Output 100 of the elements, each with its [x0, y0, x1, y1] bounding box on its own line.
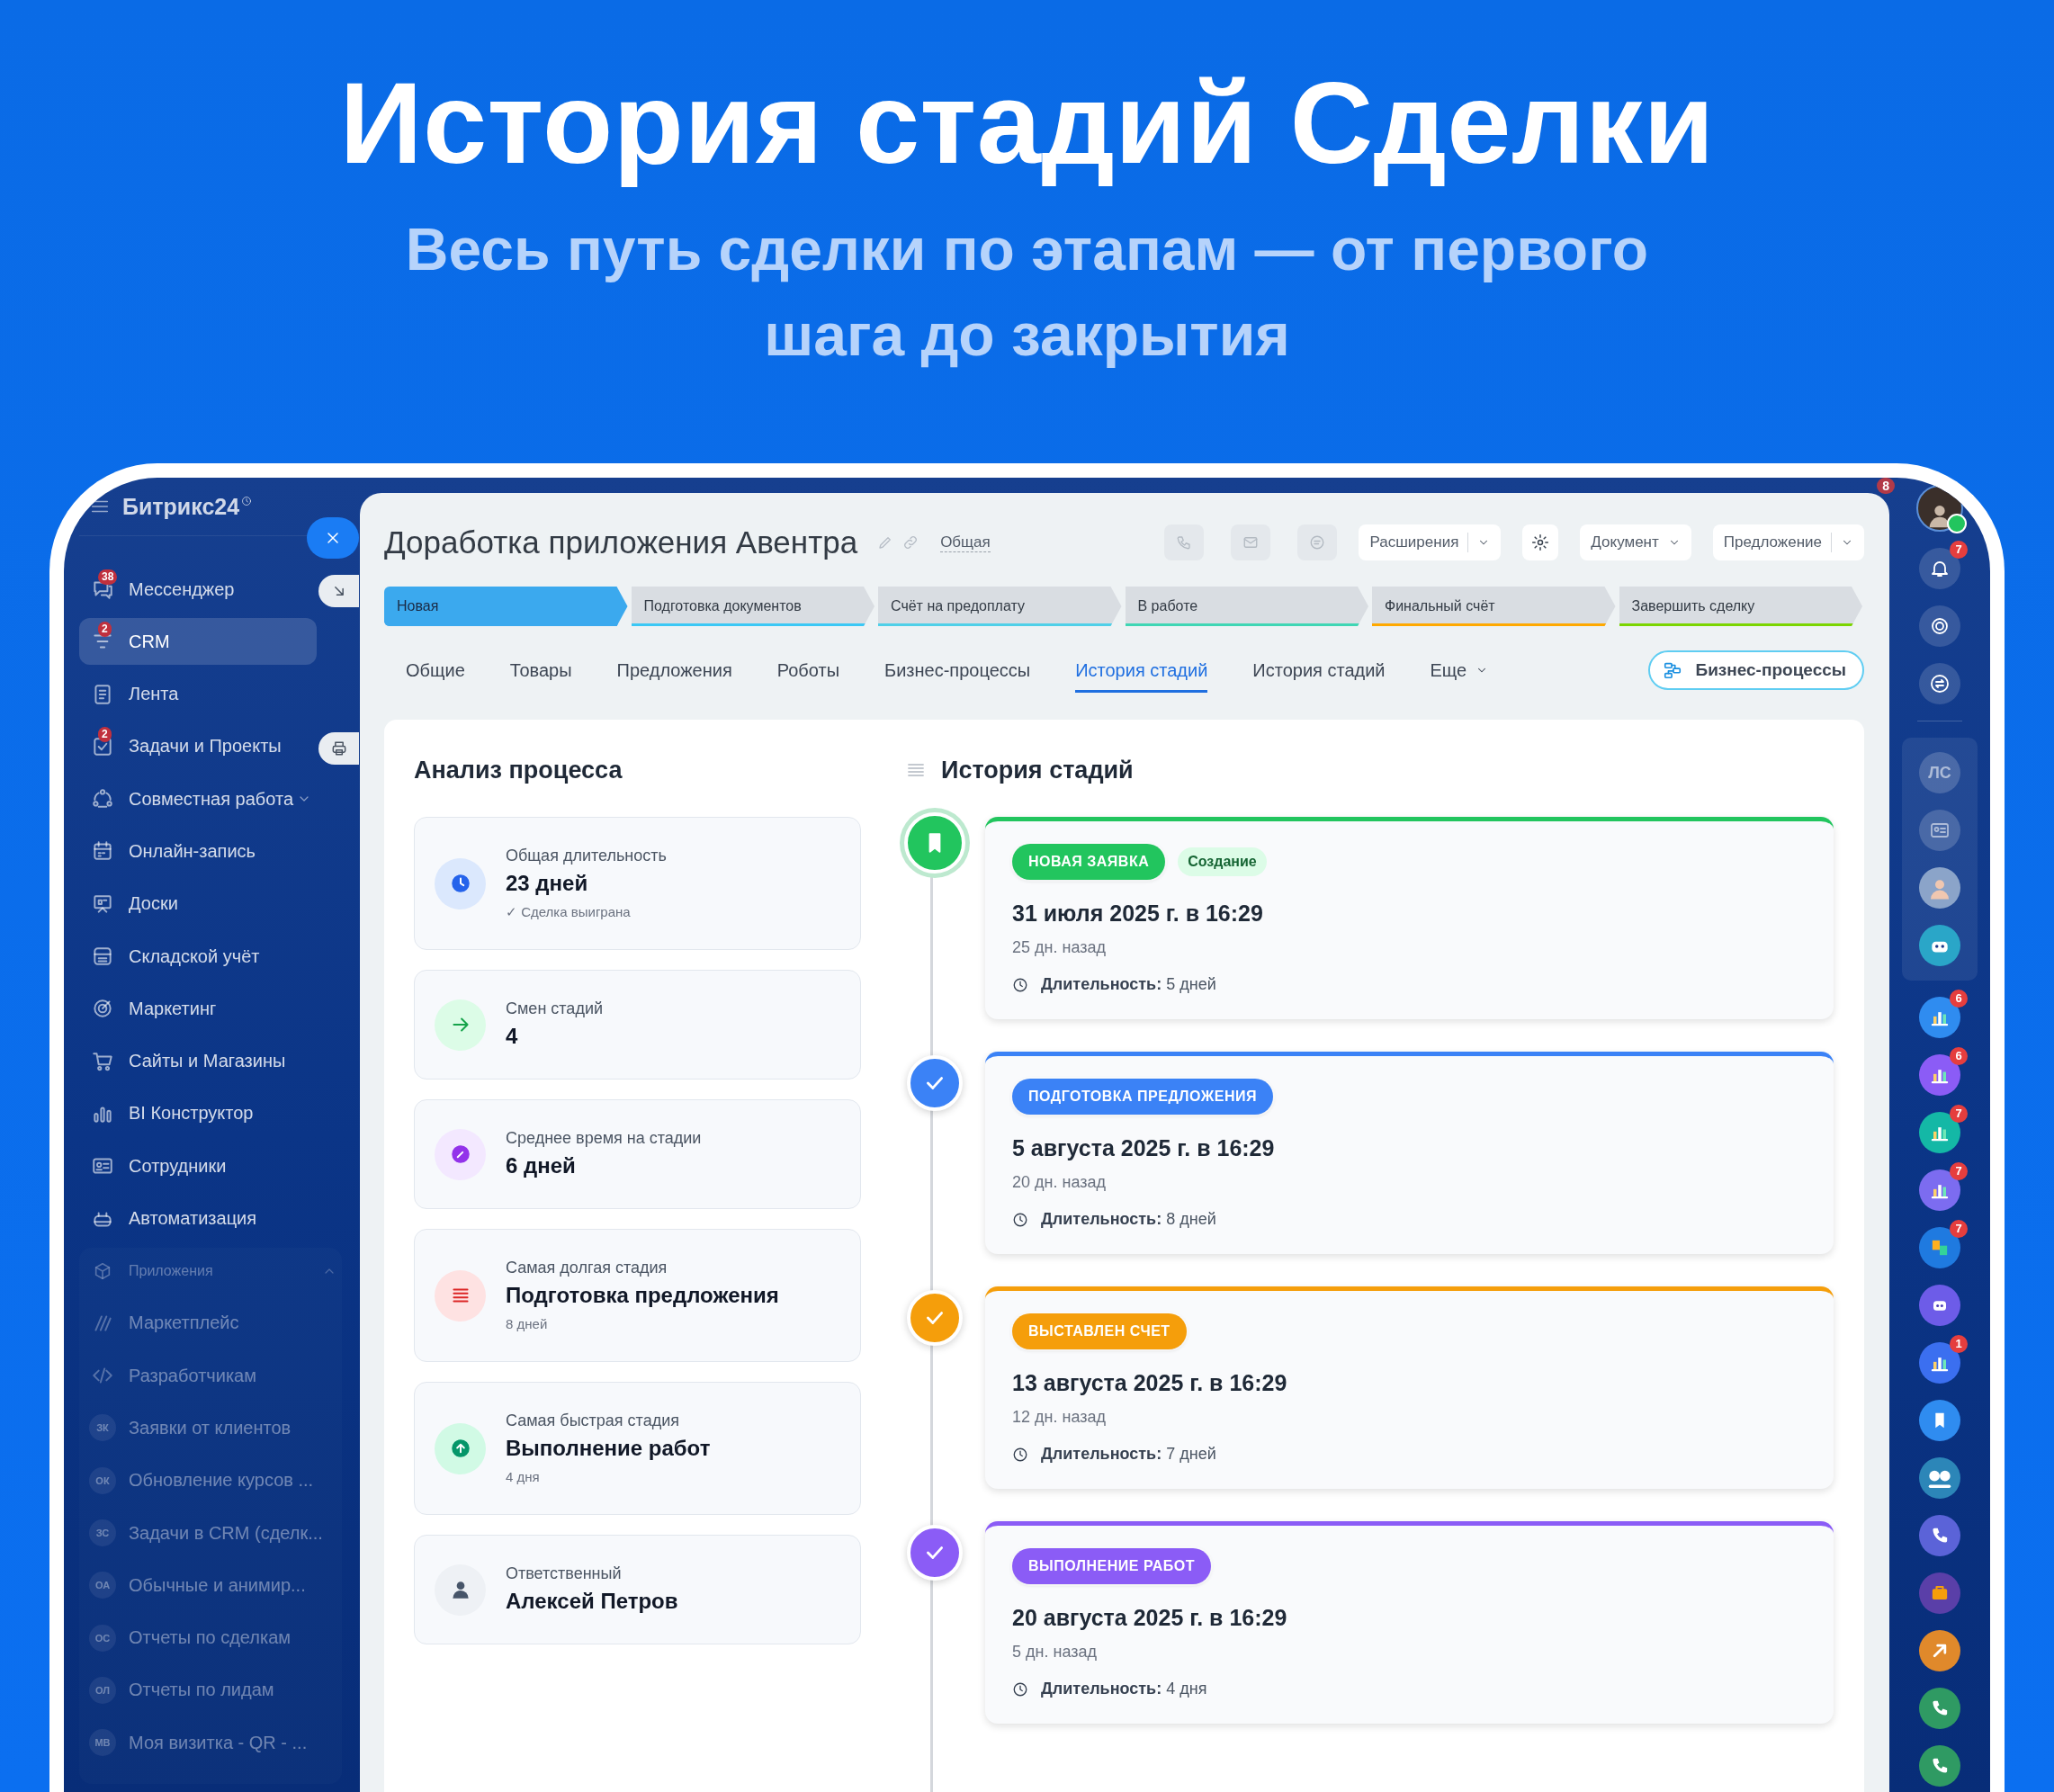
- app-button[interactable]: [1919, 1285, 1960, 1326]
- duration-text: Длительность: 8 дней: [1041, 1210, 1216, 1229]
- count-badge: 7: [1950, 541, 1968, 559]
- menu-item[interactable]: Маркетинг: [79, 985, 317, 1033]
- app-button[interactable]: [1919, 1400, 1960, 1441]
- menu-label: Сайты и Магазины: [129, 1051, 286, 1072]
- menu-item[interactable]: Совместная работа: [79, 775, 317, 823]
- stage-badge: НОВАЯ ЗАЯВКА: [1012, 844, 1166, 880]
- count-badge: 6: [1950, 990, 1968, 1008]
- count-badge: 1: [1950, 1335, 1968, 1353]
- target-icon: [1929, 615, 1951, 637]
- menu-label: Совместная работа: [129, 788, 293, 810]
- menu-item[interactable]: BI Конструктор: [79, 1089, 317, 1137]
- clock-icon: [241, 496, 253, 506]
- business-process-button[interactable]: Бизнес-процессы: [1648, 650, 1864, 690]
- stat-value: 23 дней: [506, 870, 589, 897]
- settings-button[interactable]: [1522, 524, 1559, 560]
- app-button[interactable]: [1919, 1572, 1960, 1614]
- person-chat-button[interactable]: [1919, 867, 1960, 909]
- chat-icon: [1309, 534, 1326, 551]
- app-button[interactable]: [1919, 1745, 1960, 1787]
- initials-avatar: МВ: [89, 1729, 116, 1757]
- stat-value: Выполнение работ: [506, 1435, 711, 1462]
- stat-note: ✓ Сделка выиграна: [506, 903, 632, 921]
- tab[interactable]: Товары: [509, 648, 572, 693]
- menu-item[interactable]: Сотрудники: [79, 1142, 317, 1190]
- duration-text: Длительность: 4 дня: [1041, 1680, 1207, 1698]
- dropdown-button[interactable]: Расширения: [1359, 524, 1502, 560]
- close-button[interactable]: [307, 517, 359, 559]
- menu-label: Заявки от клиентов: [129, 1417, 292, 1438]
- stat-note: 4 дня: [506, 1468, 541, 1486]
- card-chat-button[interactable]: [1919, 810, 1960, 851]
- stage-step[interactable]: В работе: [1125, 587, 1368, 626]
- menu-label: CRM: [129, 631, 170, 652]
- settings-icon: [1531, 533, 1550, 551]
- stat-value: 6 дней: [506, 1152, 577, 1179]
- stage-date: 5 августа 2025 г. в 16:29: [1012, 1134, 1276, 1162]
- duration-text: Длительность: 5 дней: [1041, 975, 1216, 994]
- count-badge: 7: [1950, 1105, 1968, 1123]
- dropdown-button[interactable]: Документ: [1580, 524, 1691, 560]
- stage-date: 20 августа 2025 г. в 16:29: [1012, 1604, 1288, 1632]
- tab[interactable]: Бизнес-процессы: [884, 648, 1031, 693]
- stage-step[interactable]: Счёт на предоплату: [878, 587, 1122, 626]
- collapse-button[interactable]: [318, 575, 359, 607]
- menu-label: Обычные и анимир...: [129, 1574, 306, 1596]
- clock-icon: [1012, 1680, 1028, 1698]
- stage-step[interactable]: Подготовка документов: [631, 587, 875, 626]
- app-button[interactable]: [1919, 1515, 1960, 1556]
- tab[interactable]: История стадий: [1075, 648, 1208, 693]
- menu-label: Задачи в CRM (сделк...: [129, 1522, 323, 1544]
- print-button[interactable]: [318, 732, 359, 765]
- robot-chat-button[interactable]: [1919, 925, 1960, 966]
- dropdown-button[interactable]: Предложение: [1712, 524, 1864, 560]
- menu-label: Лента: [129, 684, 179, 705]
- menu-item[interactable]: 2 Задачи и Проекты: [79, 722, 317, 770]
- stage-step[interactable]: Финальный счёт: [1372, 587, 1616, 626]
- initials-avatar: ОЛ: [89, 1676, 116, 1704]
- stage-badge: ПОДГОТОВКА ПРЕДЛОЖЕНИЯ: [1012, 1079, 1273, 1115]
- menu-label: Моя визитка - QR - ...: [129, 1732, 308, 1753]
- target-button[interactable]: [1919, 605, 1960, 647]
- menu-item[interactable]: 38 Мессенджер: [79, 566, 317, 613]
- app-button[interactable]: [1919, 1457, 1960, 1499]
- menu-item[interactable]: Сайты и Магазины: [79, 1037, 317, 1085]
- stage-date: 13 августа 2025 г. в 16:29: [1012, 1369, 1288, 1397]
- group-label: Приложения: [129, 1262, 213, 1279]
- section-title: История стадий: [941, 756, 1134, 785]
- menu-label: Онлайн-запись: [129, 841, 256, 862]
- menu-item[interactable]: Лента: [79, 670, 317, 718]
- menu-label: Складской учёт: [129, 945, 260, 967]
- initials-avatar: ОА: [89, 1572, 116, 1599]
- clock-icon: [1012, 1446, 1028, 1463]
- duration-text: Длительность: 7 дней: [1041, 1445, 1216, 1464]
- menu-item[interactable]: Складской учёт: [79, 933, 317, 981]
- count-badge: 7: [1950, 1162, 1968, 1180]
- menu-label: Разработчикам: [129, 1365, 256, 1386]
- menu-item[interactable]: Онлайн-запись: [79, 828, 317, 875]
- phone-icon: [1176, 534, 1193, 551]
- app-button[interactable]: [1919, 1630, 1960, 1671]
- stage-step[interactable]: Завершить сделку: [1619, 587, 1862, 626]
- category-dropdown[interactable]: Общая: [940, 533, 991, 552]
- event-tag: Создание: [1178, 847, 1267, 876]
- menu-item[interactable]: Автоматизация: [79, 1195, 317, 1242]
- tab[interactable]: Еще: [1430, 648, 1489, 693]
- count-badge: 2: [98, 622, 112, 638]
- cube-icon: [93, 1260, 112, 1281]
- tab[interactable]: Общие: [406, 648, 465, 693]
- menu-label: Сотрудники: [129, 1155, 227, 1177]
- sync-chat-button[interactable]: [1919, 663, 1960, 704]
- menu-item[interactable]: Доски: [79, 880, 317, 927]
- tab[interactable]: Предложения: [616, 648, 732, 693]
- menu-item[interactable]: 2 CRM: [79, 618, 317, 666]
- menu-label: Маркетплейс: [129, 1313, 239, 1334]
- tab[interactable]: Роботы: [776, 648, 840, 693]
- section-title: Анализ процесса: [414, 756, 623, 785]
- stage-step[interactable]: Новая: [384, 587, 628, 626]
- tab[interactable]: История стадий: [1252, 648, 1386, 693]
- count-badge: 38: [98, 569, 118, 585]
- app-button[interactable]: [1919, 1688, 1960, 1729]
- menu-label: Задачи и Проекты: [129, 736, 282, 757]
- menu-label: BI Конструктор: [129, 1103, 254, 1124]
